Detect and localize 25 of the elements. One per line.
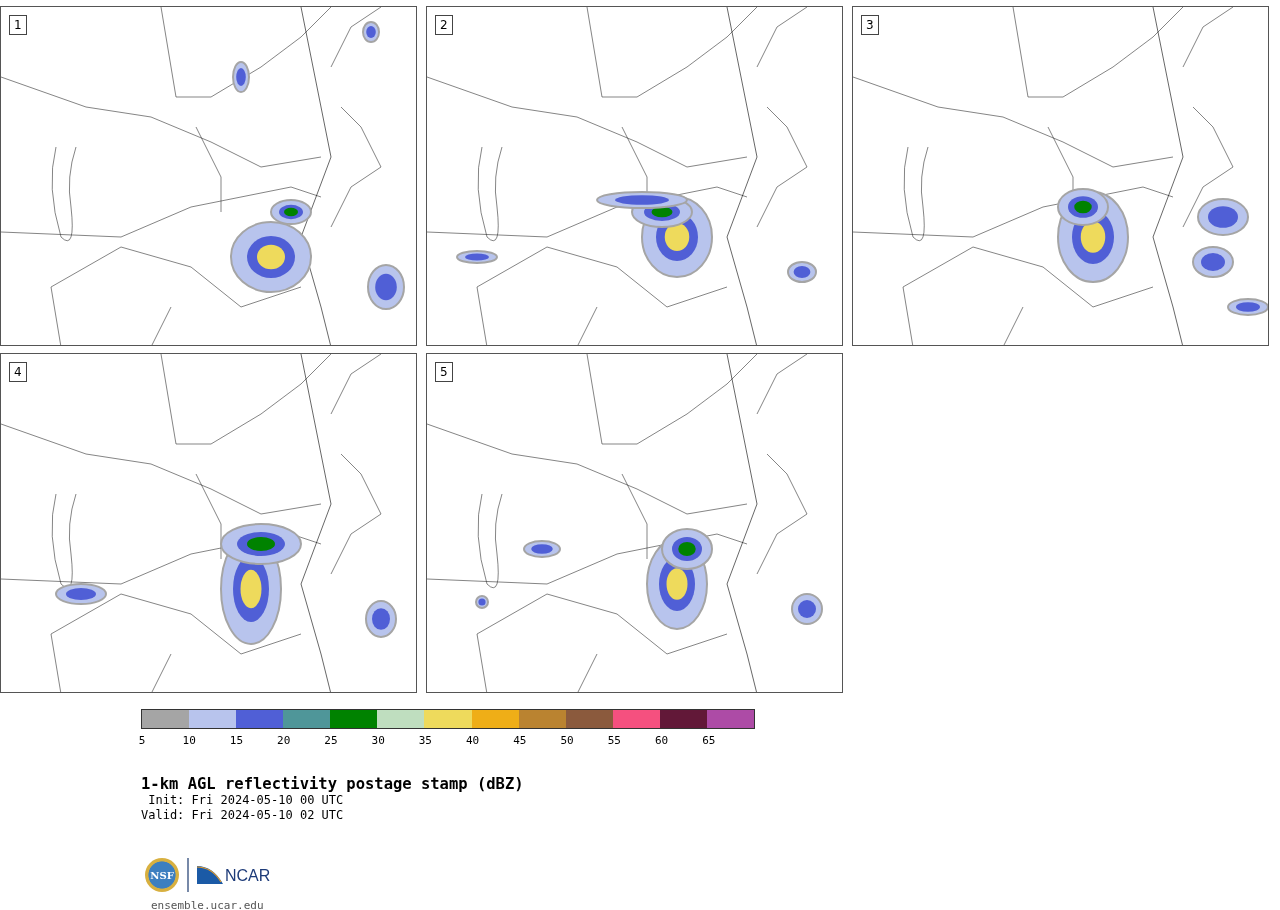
tick-label: 10 — [182, 734, 196, 747]
valid-time: Valid: Fri 2024-05-10 02 UTC — [141, 808, 345, 823]
chart-title: 1-km AGL reflectivity postage stamp (dBZ) — [141, 775, 525, 793]
tick-label: 25 — [324, 734, 338, 747]
tick-label: 55 — [607, 734, 621, 747]
tick-label: 20 — [277, 734, 291, 747]
nsf-logo: NSF — [145, 858, 179, 892]
panel-number: 5 — [435, 362, 453, 382]
init-time: Init: Fri 2024-05-10 00 UTC — [147, 793, 345, 808]
tick-label: 15 — [229, 734, 244, 747]
ncar-logo-text: NCAR — [225, 868, 271, 884]
tick-label: 45 — [513, 734, 527, 747]
swoosh-icon — [197, 866, 223, 884]
tick-label: 30 — [371, 734, 385, 747]
panel-number: 4 — [9, 362, 27, 382]
tick-label: 65 — [702, 734, 716, 747]
site-url: ensemble.ucar.edu — [151, 899, 265, 910]
tick-label: 50 — [560, 734, 574, 747]
panel-number: 3 — [861, 15, 879, 35]
tick-label: 40 — [466, 734, 480, 747]
panel-number: 1 — [9, 15, 27, 35]
tick-label: 60 — [654, 734, 669, 747]
tick-label: 35 — [418, 734, 432, 747]
panel-number: 2 — [435, 15, 453, 35]
tick-label: 5 — [138, 734, 146, 747]
